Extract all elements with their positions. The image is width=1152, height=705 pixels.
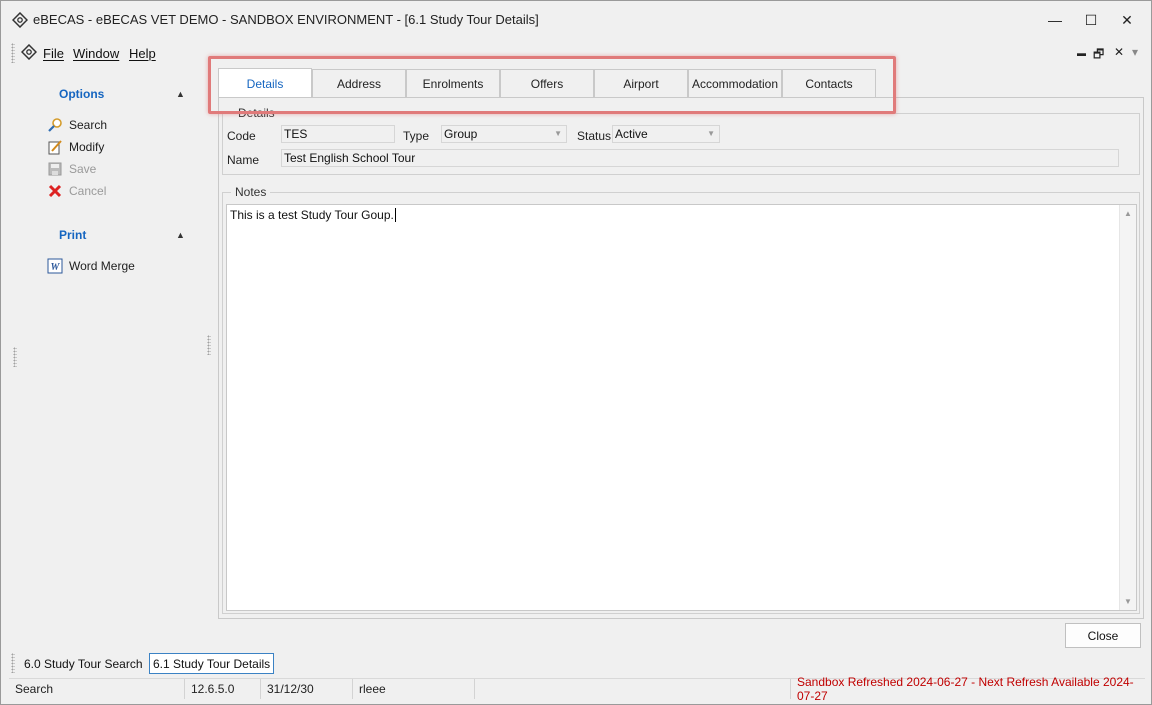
edit-icon — [47, 139, 63, 155]
collapse-up-icon[interactable]: ▲ — [176, 89, 185, 99]
tab-details[interactable]: Details — [218, 68, 312, 98]
tab-strip: Details Address Enrolments Offers Airpor… — [218, 68, 876, 98]
status-label: Status — [577, 129, 612, 143]
status-sandbox-alert: Sandbox Refreshed 2024-06-27 - Next Refr… — [797, 675, 1134, 703]
save-icon — [47, 161, 63, 177]
save-action-label: Save — [69, 162, 97, 176]
details-section-title: Details — [234, 106, 279, 120]
notes-text: This is a test Study Tour Goup. — [230, 208, 394, 222]
modify-action[interactable]: Modify — [47, 138, 104, 156]
word-merge-action[interactable]: W Word Merge — [47, 257, 135, 275]
code-label: Code — [227, 129, 256, 143]
mdi-close-icon[interactable]: ✕ — [1114, 45, 1124, 59]
modify-action-label: Modify — [69, 140, 105, 154]
tab-accommodation[interactable]: Accommodation — [688, 69, 782, 97]
maximize-icon: ☐ — [1084, 11, 1098, 28]
text-cursor — [394, 208, 400, 222]
svg-text:W: W — [51, 262, 61, 273]
scroll-up-icon[interactable]: ▲ — [1124, 209, 1132, 218]
cancel-action[interactable]: Cancel — [47, 182, 106, 200]
print-header-label: Print — [59, 228, 87, 242]
mdi-dropdown-icon[interactable]: ▾ — [1132, 45, 1138, 59]
tab-address[interactable]: Address — [312, 69, 406, 97]
options-group-header[interactable]: Options ▲ — [31, 81, 196, 107]
close-icon: ✕ — [1121, 11, 1133, 28]
cancel-icon — [47, 183, 63, 199]
tab-contacts[interactable]: Contacts — [782, 69, 876, 97]
notes-scrollbar[interactable]: ▲ ▼ — [1119, 205, 1136, 610]
collapse-up-icon[interactable]: ▲ — [176, 230, 185, 240]
type-value: Group — [444, 127, 478, 141]
menu-file[interactable]: File — [43, 46, 64, 61]
status-user: rleee — [353, 679, 475, 699]
menu-grip[interactable] — [11, 43, 15, 63]
menu-help[interactable]: Help — [129, 46, 156, 61]
window-tabs-grip[interactable] — [11, 653, 15, 673]
notes-section-title: Notes — [231, 185, 271, 199]
save-action[interactable]: Save — [47, 160, 96, 178]
tab-enrolments[interactable]: Enrolments — [406, 69, 500, 97]
ebecas-menu-icon[interactable] — [21, 44, 37, 60]
window-tab-study-tour-search[interactable]: 6.0 Study Tour Search — [21, 653, 146, 674]
search-action[interactable]: Search — [47, 116, 107, 134]
title-bar: eBECAS - eBECAS VET DEMO - SANDBOX ENVIR… — [1, 1, 1151, 39]
mdi-restore-icon[interactable]: 🗗 — [1093, 45, 1104, 66]
cancel-action-label: Cancel — [69, 184, 107, 198]
code-value: TES — [284, 127, 308, 141]
left-splitter-grip[interactable] — [13, 347, 17, 367]
menu-bar: File Window Help ▬ 🗗 ✕ ▾ — [9, 41, 1145, 65]
name-value: Test English School Tour — [284, 151, 416, 165]
tab-airport[interactable]: Airport — [594, 69, 688, 97]
close-button[interactable]: Close — [1065, 623, 1141, 648]
window-title: eBECAS - eBECAS VET DEMO - SANDBOX ENVIR… — [33, 12, 539, 27]
ebecas-logo-icon — [12, 12, 28, 28]
mdi-minimize-icon[interactable]: ▬ — [1077, 48, 1086, 58]
content-area: Details Address Enrolments Offers Airpor… — [218, 68, 1144, 619]
notes-textarea[interactable]: This is a test Study Tour Goup. ▲ ▼ — [226, 204, 1137, 611]
close-window-button[interactable]: ✕ — [1109, 1, 1145, 39]
details-tab-panel: Details Code TES Type Group ▼ Status Act… — [218, 97, 1144, 619]
chevron-down-icon[interactable]: ▼ — [554, 129, 562, 138]
status-spacer — [475, 679, 791, 699]
status-value: Active — [615, 127, 648, 141]
name-field[interactable]: Test English School Tour — [281, 149, 1119, 167]
search-action-label: Search — [69, 118, 108, 132]
options-panel: Options ▲ Search Modify Save Cancel Prin… — [31, 79, 196, 639]
window-tab-study-tour-details[interactable]: 6.1 Study Tour Details — [149, 653, 275, 674]
word-icon: W — [47, 258, 63, 274]
menu-window[interactable]: Window — [73, 46, 119, 61]
chevron-down-icon[interactable]: ▼ — [707, 129, 715, 138]
status-date: 31/12/30 — [261, 679, 353, 699]
tab-offers[interactable]: Offers — [500, 69, 594, 97]
status-version: 12.6.5.0 — [185, 679, 261, 699]
scroll-down-icon[interactable]: ▼ — [1124, 597, 1132, 606]
maximize-button[interactable]: ☐ — [1073, 1, 1109, 39]
print-group-header[interactable]: Print ▲ — [31, 222, 196, 248]
name-label: Name — [227, 153, 260, 167]
minimize-icon: — — [1048, 12, 1062, 28]
status-mode: Search — [9, 679, 185, 699]
type-label: Type — [403, 129, 430, 143]
status-bar: Search 12.6.5.0 31/12/30 rleee Sandbox R… — [9, 675, 1145, 703]
type-select[interactable]: Group ▼ — [441, 125, 567, 143]
window-tab-strip: 6.0 Study Tour Search 6.1 Study Tour Det… — [9, 651, 1145, 675]
word-merge-label: Word Merge — [69, 259, 135, 273]
app-window: eBECAS - eBECAS VET DEMO - SANDBOX ENVIR… — [0, 0, 1152, 705]
code-field[interactable]: TES — [281, 125, 395, 143]
options-header-label: Options — [59, 87, 105, 101]
minimize-button[interactable]: — — [1037, 1, 1073, 39]
search-icon — [47, 117, 63, 133]
panel-splitter-grip[interactable] — [207, 335, 211, 355]
status-select[interactable]: Active ▼ — [612, 125, 720, 143]
